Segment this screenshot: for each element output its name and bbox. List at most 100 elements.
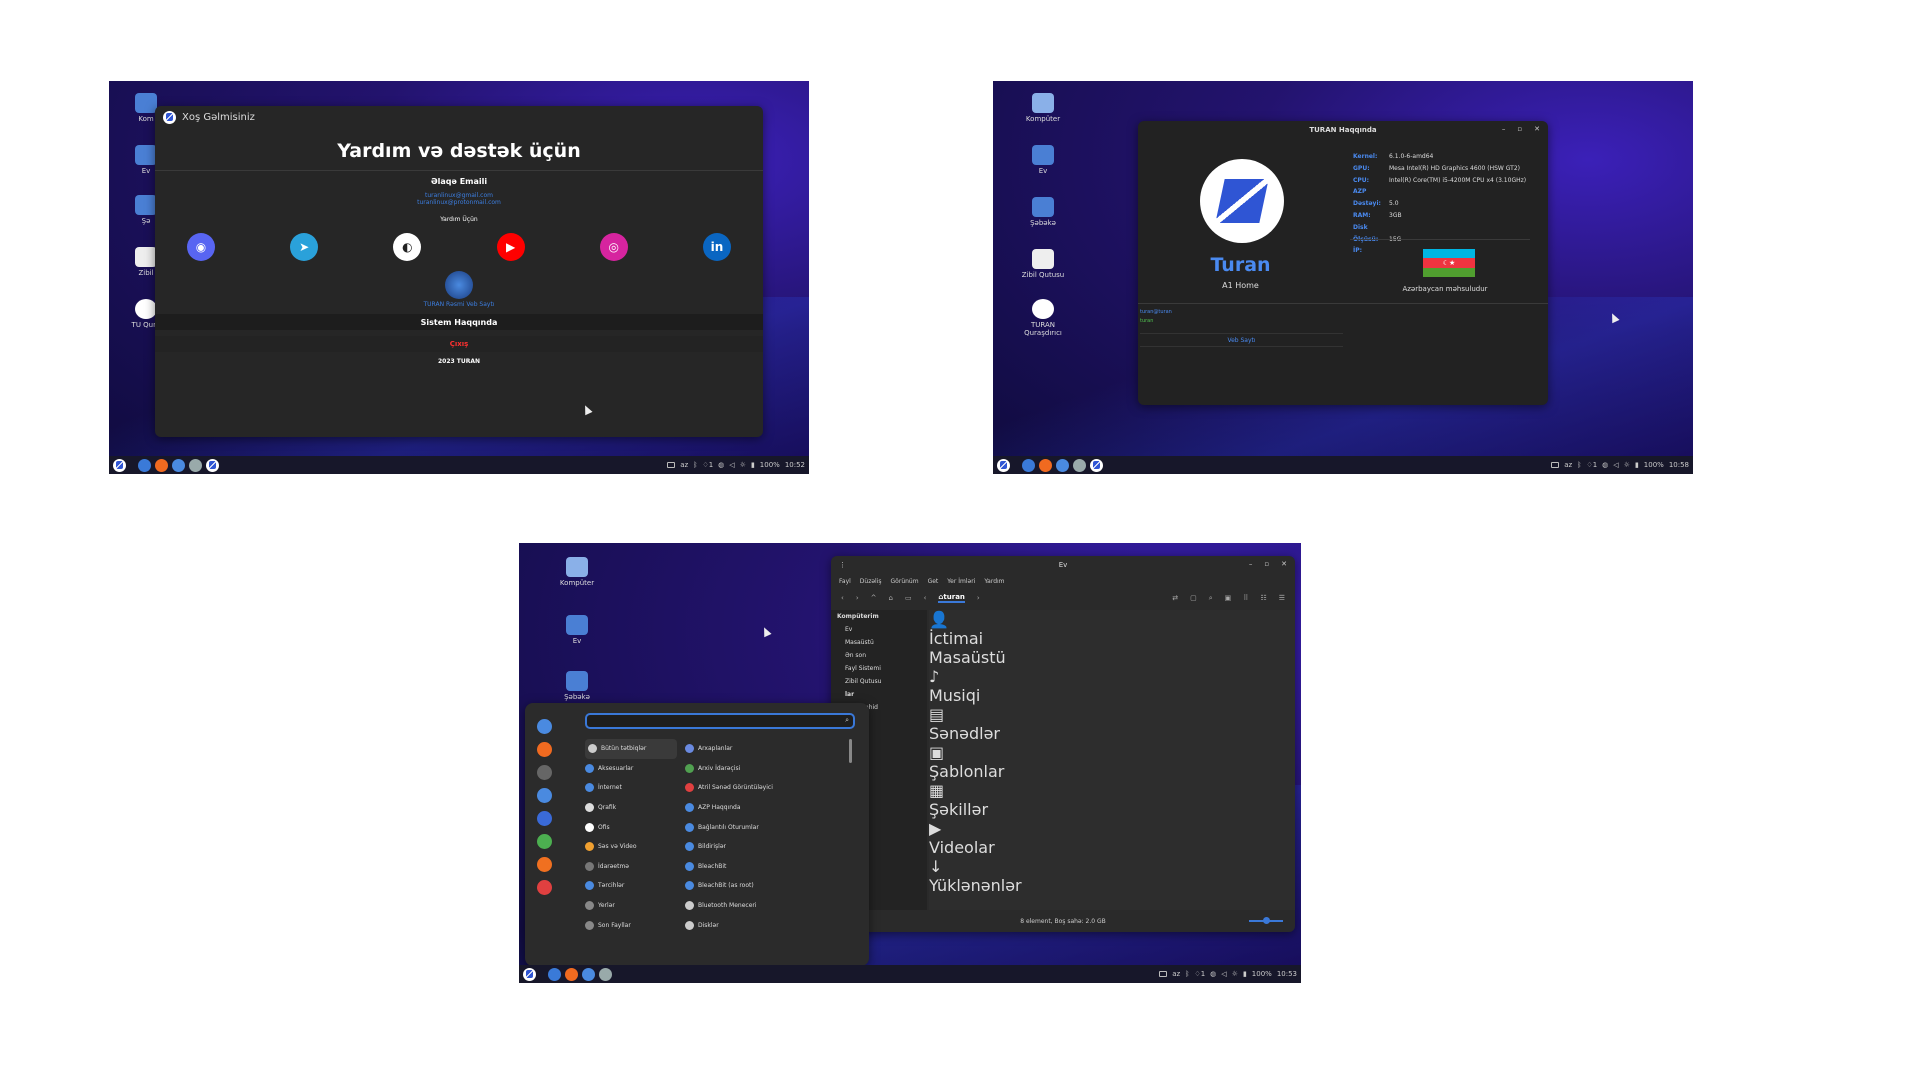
computer-icon[interactable]: ▭ [905,594,912,602]
fav-app-icon[interactable] [536,719,552,734]
logout-icon[interactable] [536,857,552,872]
minimize-icon[interactable]: – [1249,560,1253,568]
github-icon[interactable]: ◐ [393,233,422,261]
menu-icon[interactable] [523,967,536,981]
network-icon[interactable]: ◍ [718,461,724,469]
zoom-slider[interactable] [1249,917,1283,924]
app-item[interactable]: Arxiv İdarəçisi [685,759,835,779]
website-link[interactable]: TURAN Rəsmi Veb Saytı [155,271,763,308]
system-about-button[interactable]: Sistem Haqqında [155,314,763,330]
search-icon[interactable]: ⌕ [1209,594,1213,603]
category-item[interactable]: İnternet [585,778,677,798]
desktop-icon-network[interactable]: Şəbəkə [1018,197,1068,227]
desktop-icon-computer[interactable]: Kompüter [552,557,602,587]
lock-icon[interactable] [536,834,552,849]
kebab-menu-icon[interactable]: ⋮ [839,561,846,569]
desktop-icon-computer[interactable]: Kompüter [1018,93,1068,123]
files-icon[interactable] [138,458,151,472]
clock[interactable]: 10:58 [1669,461,1689,469]
files-icon[interactable] [548,967,561,981]
firefox-icon[interactable] [155,458,168,472]
scrollbar[interactable] [849,739,852,763]
clock[interactable]: 10:52 [785,461,805,469]
website-button[interactable]: Veb Saytı [1140,333,1343,347]
app-item[interactable]: Bluetooth Meneceri [685,896,835,916]
close-icon[interactable]: ✕ [1281,560,1287,568]
volume-icon[interactable]: ◁ [1221,970,1226,978]
folder-item[interactable]: ↓ Yüklənənlər [929,857,1295,895]
network-icon[interactable]: ◍ [1602,461,1608,469]
youtube-icon[interactable]: ▶ [496,233,525,261]
network-icon[interactable]: ◍ [1210,970,1216,978]
minimize-icon[interactable]: – [1502,125,1506,133]
exit-button[interactable]: Çıxış [155,336,763,352]
app-item[interactable]: BleachBit (as root) [685,876,835,896]
category-item[interactable]: Səs və Video [585,837,677,857]
grid-view-icon[interactable]: ⠿ [1243,594,1248,602]
menu-item[interactable]: Yer İmləri [947,578,975,585]
category-item[interactable]: Yerlər [585,896,677,916]
turan-app-icon[interactable] [536,811,552,826]
firefox-icon[interactable] [1039,458,1052,472]
path-prev-icon[interactable]: ‹ [924,594,927,602]
forward-icon[interactable]: › [856,594,859,602]
sidebar-item[interactable]: Kompüterim [831,610,927,623]
app-item[interactable]: Atril Sənəd Görüntüləyici [685,778,835,798]
save-icon[interactable]: ▣ [1225,594,1232,602]
folder-item[interactable]: ▣ Şablonlar [929,743,1295,781]
desktop-icon-home[interactable]: Ev [1018,145,1068,175]
volume-icon[interactable]: ◁ [729,461,734,469]
app-item[interactable]: Disklər [685,915,835,935]
menu-item[interactable]: Yardım [984,578,1004,585]
back-icon[interactable]: ‹ [841,594,844,602]
bluetooth-icon[interactable]: ᛒ [693,461,697,469]
bluetooth-icon[interactable]: ᛒ [1185,970,1189,978]
linkedin-icon[interactable]: in [702,233,731,261]
new-tab-icon[interactable]: ▢ [1190,594,1197,602]
category-item[interactable]: Tərcihlər [585,876,677,896]
category-item[interactable]: Bütün tətbiqlər [585,739,677,759]
menu-icon[interactable] [997,458,1010,472]
category-item[interactable]: Ofis [585,817,677,837]
brightness-icon[interactable]: ☼ [1232,970,1238,978]
terminal-icon[interactable]: ⇄ [1172,594,1178,602]
brightness-icon[interactable]: ☼ [1624,461,1630,469]
category-item[interactable]: Aksesuarlar [585,759,677,779]
app-item[interactable]: AZP Haqqında [685,798,835,818]
sidebar-item[interactable]: Fayl Sistemi [831,662,927,675]
home-icon[interactable]: ⌂ [889,594,893,602]
folder-item[interactable]: Masaüstü [929,648,1295,667]
maximize-icon[interactable]: ▫ [1264,560,1269,568]
compact-view-icon[interactable]: ☷ [1260,594,1266,602]
sidebar-item[interactable]: Masaüstü [831,636,927,649]
category-item[interactable]: İdarəetmə [585,857,677,877]
email-link-2[interactable]: turanlinux@protonmail.com [155,199,763,206]
notification-icon[interactable]: ♢1 [1586,461,1597,469]
email-link-1[interactable]: turanlinux@gmail.com [155,192,763,199]
menu-item[interactable]: Düzəliş [860,578,882,585]
app-icon[interactable] [582,967,595,981]
up-icon[interactable]: ^ [871,594,877,602]
folder-item[interactable]: ▦ Şəkillər [929,781,1295,819]
turan-app-icon[interactable] [206,458,219,472]
category-item[interactable]: Qrafik [585,798,677,818]
app-icon[interactable] [1056,458,1069,472]
menu-item[interactable]: Get [928,578,939,585]
app-item[interactable]: Bildirişlər [685,837,835,857]
folder-item[interactable]: 👤 İctimai [929,610,1295,648]
folder-item[interactable]: ▶ Videolar [929,819,1295,857]
close-icon[interactable]: ✕ [1534,125,1540,133]
menu-item[interactable]: Fayl [839,578,851,585]
brightness-icon[interactable]: ☼ [740,461,746,469]
folder-item[interactable]: ♪ Musiqi [929,667,1295,705]
sidebar-item[interactable]: Ev [831,623,927,636]
desktop-icon-network[interactable]: Şəbəkə [552,671,602,701]
firefox-icon[interactable] [536,742,552,757]
power-icon[interactable] [536,880,552,895]
firefox-icon[interactable] [565,967,578,981]
maximize-icon[interactable]: ▫ [1517,125,1522,133]
bluetooth-icon[interactable]: ᛒ [1577,461,1581,469]
instagram-icon[interactable]: ◎ [599,233,628,261]
terminal-icon[interactable] [536,765,552,780]
chat-icon[interactable] [1073,458,1086,472]
